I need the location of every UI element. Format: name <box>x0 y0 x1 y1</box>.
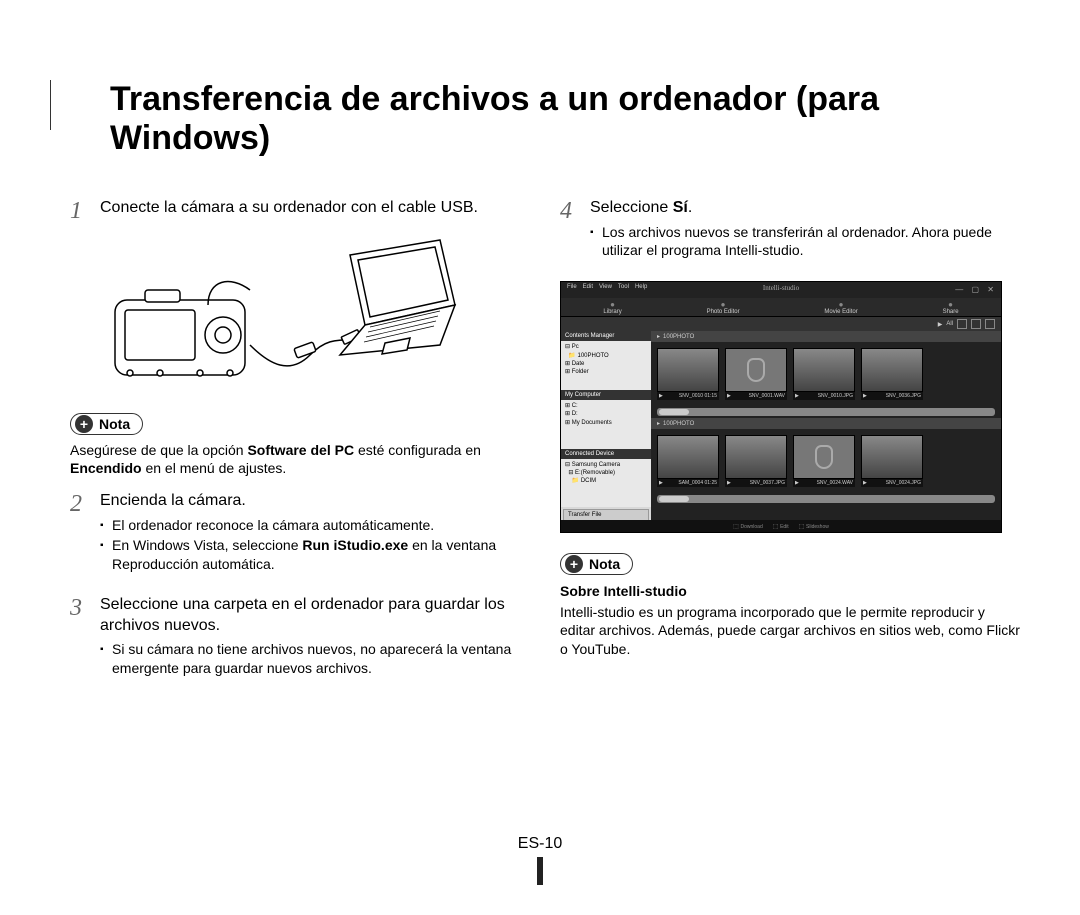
tree: ⊟ Pc 📁 100PHOTO ⊞ Date ⊞ Folder <box>561 341 651 390</box>
note-subhead: Sobre Intelli-studio <box>560 583 1020 599</box>
scrollbar <box>657 495 995 503</box>
window-buttons: — ▢ ✕ <box>955 285 997 294</box>
step-bullet: Si su cámara no tiene archivos nuevos, n… <box>100 640 530 676</box>
note-label: Nota <box>589 556 620 572</box>
thumbnail: ▶SNV_0010.JPG <box>793 348 855 400</box>
step-number: 1 <box>70 198 100 225</box>
step-bullet: En Windows Vista, seleccione Run iStudio… <box>100 536 530 572</box>
step-bullet: Los archivos nuevos se transferirán al o… <box>590 223 1020 259</box>
page-footer: ES-10 <box>0 835 1080 885</box>
scrollbar <box>657 408 995 416</box>
step-text: Conecte la cámara a su ordenador con el … <box>100 198 478 225</box>
footer-bar-icon <box>537 857 543 885</box>
note-badge: + Nota <box>560 553 633 575</box>
mode-tabs: Library Photo Editor Movie Editor Share <box>561 298 1001 317</box>
step-text: Seleccione Sí. <box>590 198 1020 219</box>
folder-label: 100PHOTO <box>651 418 1001 429</box>
thumbnail: ▶SAM_0004 01:25 <box>657 435 719 487</box>
step-number: 4 <box>560 198 590 271</box>
step-number: 3 <box>70 595 100 689</box>
tab: Library <box>603 300 621 315</box>
tree: ⊟ Samsung Camera ⊟ E:(Removable) 📁 DCIM <box>561 459 651 508</box>
note-badge: + Nota <box>70 413 143 435</box>
menu-item: File <box>567 284 577 296</box>
thumbnail: ▶SNV_0024.WAV <box>793 435 855 487</box>
menu-item: Help <box>635 284 647 296</box>
page-title: Transferencia de archivos a un ordenador… <box>110 80 1020 158</box>
crop-mark <box>50 80 51 130</box>
tab: Share <box>943 300 959 315</box>
thumbnail: ▶SNV_0001.WAV <box>725 348 787 400</box>
app-screenshot: File Edit View Tool Help Intelli-studio … <box>560 281 1002 533</box>
page-number: ES-10 <box>0 835 1080 853</box>
folder-label: 100PHOTO <box>651 331 1001 342</box>
note-label: Nota <box>99 416 130 432</box>
note-text: Asegúrese de que la opción Software del … <box>70 441 530 477</box>
content-pane: 100PHOTO ▶SNV_0010 01:15 ▶SNV_0001.WAV ▶… <box>651 331 1001 523</box>
app-title: Intelli-studio <box>763 284 799 292</box>
note-text: Intelli-studio es un programa incorporad… <box>560 603 1020 658</box>
tab: Photo Editor <box>707 300 740 315</box>
menu-item: Tool <box>618 284 629 296</box>
left-column: 1 Conecte la cámara a su ordenador con e… <box>70 198 530 699</box>
step-bullet: El ordenador reconoce la cámara automáti… <box>100 516 530 534</box>
thumbnail: ▶SNV_0024.JPG <box>861 435 923 487</box>
tree: ⊞ C: ⊞ D: ⊞ My Documents <box>561 400 651 449</box>
right-column: 4 Seleccione Sí. Los archivos nuevos se … <box>560 198 1020 699</box>
toolbar: ▶ All <box>561 317 1001 331</box>
panel-header: Connected Device <box>561 449 651 459</box>
step-text: Encienda la cámara. <box>100 491 530 512</box>
sidebar: Contents Manager ⊟ Pc 📁 100PHOTO ⊞ Date … <box>561 331 651 523</box>
thumbnail: ▶SNV_0036.JPG <box>861 348 923 400</box>
thumbnail: ▶SNV_0037.JPG <box>725 435 787 487</box>
plus-icon: + <box>565 555 583 573</box>
status-bar: Download Edit Slideshow <box>561 520 1001 532</box>
tab: Movie Editor <box>824 300 857 315</box>
figure-camera-laptop <box>100 235 530 395</box>
thumbnail: ▶SNV_0010 01:15 <box>657 348 719 400</box>
menu-item: Edit <box>583 284 593 296</box>
plus-icon: + <box>75 415 93 433</box>
panel-header: Contents Manager <box>561 331 651 341</box>
panel-header: My Computer <box>561 390 651 400</box>
menu-item: View <box>599 284 612 296</box>
step-text: Seleccione una carpeta en el ordenador p… <box>100 595 530 637</box>
step-number: 2 <box>70 491 100 584</box>
